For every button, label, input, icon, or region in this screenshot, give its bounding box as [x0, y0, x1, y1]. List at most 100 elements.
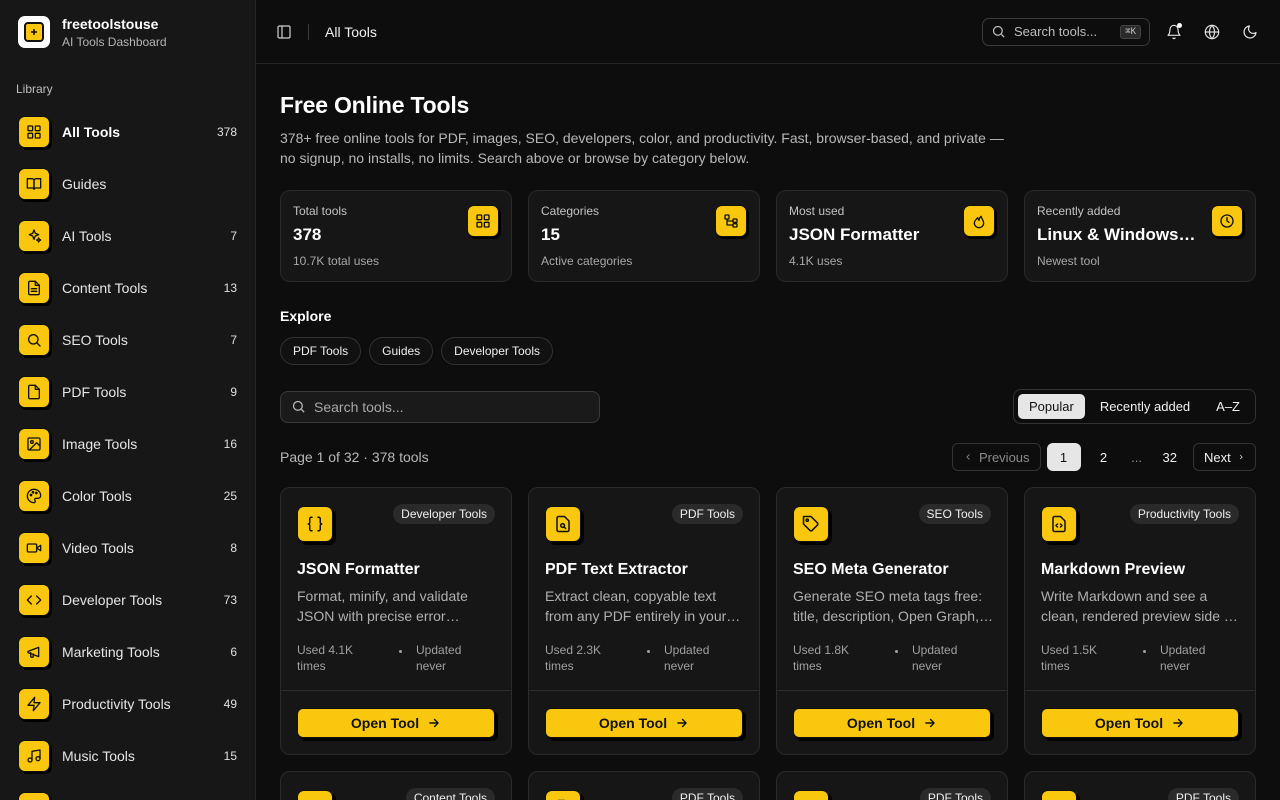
- page-info: Page 1 of 32 · 378 tools: [280, 449, 429, 465]
- divider: [1025, 690, 1255, 691]
- tool-card[interactable]: Content Tools: [280, 771, 512, 800]
- divider: [308, 23, 309, 40]
- brand[interactable]: freetoolstouse AI Tools Dashboard: [0, 0, 255, 64]
- sidebar-item-label: All Tools: [62, 124, 121, 140]
- tool-card[interactable]: PDF Tools: [776, 771, 1008, 800]
- open-tool-label: Open Tool: [846, 715, 916, 731]
- tool-title: Markdown Preview: [1041, 561, 1186, 578]
- sidebar-item-label: Video Tools: [62, 540, 134, 556]
- sidebar-item-marketing-tools[interactable]: Marketing Tools 6: [8, 630, 247, 674]
- explore-heading: Explore: [280, 308, 332, 324]
- sidebar-item-guides[interactable]: Guides: [8, 162, 247, 206]
- tool-card[interactable]: SEO Tools SEO Meta Generator Generate SE…: [776, 487, 1008, 755]
- tool-title: PDF Text Extractor: [545, 561, 688, 578]
- sidebar-item-count: 9: [230, 385, 237, 399]
- tool-title: JSON Formatter: [297, 561, 420, 578]
- sidebar-item-label: Music Tools: [62, 748, 135, 764]
- tool-title: SEO Meta Generator: [793, 561, 949, 578]
- global-search[interactable]: Search tools... ⌘K: [982, 17, 1150, 46]
- tool-card[interactable]: PDF Tools PDF Text Extractor Extract cle…: [528, 487, 760, 755]
- chip-pdf-tools[interactable]: PDF Tools: [280, 337, 362, 365]
- page-breadcrumb: All Tools: [325, 23, 377, 40]
- sidebar-item-video-tools[interactable]: Video Tools 8: [8, 526, 247, 570]
- open-tool-button[interactable]: Open Tool: [545, 708, 743, 738]
- sidebar-item-ai-tools[interactable]: AI Tools 7: [8, 214, 247, 258]
- sidebar-item-developer-tools[interactable]: Developer Tools 73: [8, 578, 247, 622]
- open-tool-button[interactable]: Open Tool: [793, 708, 991, 738]
- sidebar-item-image-tools[interactable]: Image Tools 16: [8, 422, 247, 466]
- file-code-icon: [1041, 506, 1077, 542]
- tool-card[interactable]: PDF Tools: [1024, 771, 1256, 800]
- sidebar-item-productivity-tools[interactable]: Productivity Tools 49: [8, 682, 247, 726]
- sidebar: freetoolstouse AI Tools Dashboard Librar…: [0, 0, 256, 800]
- sort-recently-added[interactable]: Recently added: [1089, 394, 1201, 419]
- sidebar-item-content-tools[interactable]: Content Tools 13: [8, 266, 247, 310]
- language-button[interactable]: [1198, 18, 1226, 46]
- grid-icon: [467, 205, 499, 237]
- tool-card[interactable]: Productivity Tools Markdown Preview Writ…: [1024, 487, 1256, 755]
- updated-text: Updated never: [416, 643, 462, 673]
- video-icon: [18, 532, 50, 564]
- sidebar-toggle-icon[interactable]: [274, 22, 294, 42]
- sidebar-item-color-tools[interactable]: Color Tools 25: [8, 474, 247, 518]
- explore-chips: PDF Tools Guides Developer Tools: [280, 337, 1256, 365]
- sidebar-item-label: AI Tools: [62, 228, 112, 244]
- sidebar-item-music-tools[interactable]: Music Tools 15: [8, 734, 247, 778]
- sidebar-item-seo-tools[interactable]: SEO Tools 7: [8, 318, 247, 362]
- theme-toggle-button[interactable]: [1236, 18, 1264, 46]
- open-tool-label: Open Tool: [1094, 715, 1164, 731]
- palette-icon: [18, 480, 50, 512]
- chevron-left-icon: [965, 454, 970, 460]
- page-title: Free Online Tools: [280, 92, 470, 118]
- open-tool-button[interactable]: Open Tool: [1041, 708, 1239, 738]
- chip-developer-tools[interactable]: Developer Tools: [441, 337, 553, 365]
- updated-text: Updated never: [664, 643, 710, 673]
- sidebar-item-label: Color Tools: [62, 488, 132, 504]
- filter-row: Popular Recently added A–Z: [280, 389, 1256, 424]
- page-32-button[interactable]: 32: [1153, 443, 1187, 471]
- open-tool-button[interactable]: Open Tool: [297, 708, 495, 738]
- page-2-button[interactable]: 2: [1087, 443, 1121, 471]
- category-badge: Developer Tools: [393, 504, 495, 524]
- sidebar-item-count: 7: [230, 229, 237, 243]
- moon-icon: [1243, 24, 1257, 39]
- tool-card[interactable]: PDF Tools: [528, 771, 760, 800]
- tool-card[interactable]: Developer Tools JSON Formatter Format, m…: [280, 487, 512, 755]
- tool-description: Generate SEO meta tags free: title, desc…: [793, 588, 983, 624]
- sort-popular[interactable]: Popular: [1018, 394, 1085, 419]
- notifications-button[interactable]: [1160, 18, 1188, 46]
- divider: [281, 690, 511, 691]
- sidebar-item-count: 378: [216, 125, 237, 139]
- tool-description: Extract clean, copyable text from any PD…: [545, 588, 727, 624]
- sidebar-item-count: 73: [223, 593, 237, 607]
- chip-guides[interactable]: Guides: [369, 337, 434, 365]
- updated-text: Updated never: [1160, 643, 1206, 673]
- tool-description: Write Markdown and see a clean, rendered…: [1041, 588, 1239, 624]
- search-icon: [18, 324, 50, 356]
- sort-a-z[interactable]: A–Z: [1205, 394, 1251, 419]
- tools-search[interactable]: [280, 390, 600, 423]
- sidebar-item-count: 25: [223, 489, 237, 503]
- page-description: 378+ free online tools for PDF, images, …: [280, 130, 1004, 166]
- previous-button[interactable]: Previous: [951, 443, 1041, 471]
- file-edit-icon: [545, 790, 581, 800]
- sidebar-item-more[interactable]: [8, 786, 247, 800]
- sidebar-item-count: 6: [230, 645, 237, 659]
- scissors-icon: [1041, 790, 1077, 800]
- brand-name: freetoolstouse: [62, 15, 159, 32]
- next-label: Next: [1204, 449, 1231, 465]
- library-label: Library: [16, 82, 53, 96]
- updated-text: Updated never: [912, 643, 958, 673]
- page-ellipsis: ...: [1131, 449, 1142, 465]
- sidebar-item-pdf-tools[interactable]: PDF Tools 9: [8, 370, 247, 414]
- tools-search-input[interactable]: [314, 398, 584, 415]
- page-1-button[interactable]: 1: [1046, 443, 1081, 471]
- pagination-row: Page 1 of 32 · 378 tools Previous 1 2 ..…: [280, 443, 1256, 471]
- tag-icon: [793, 506, 829, 542]
- sidebar-item-all-tools[interactable]: All Tools 378: [8, 110, 247, 154]
- sidebar-item-label: Developer Tools: [62, 592, 163, 608]
- sidebar-item-label: Marketing Tools: [62, 644, 160, 660]
- arrow-right-icon: [925, 718, 935, 728]
- book-icon: [18, 168, 50, 200]
- next-button[interactable]: Next: [1193, 443, 1256, 471]
